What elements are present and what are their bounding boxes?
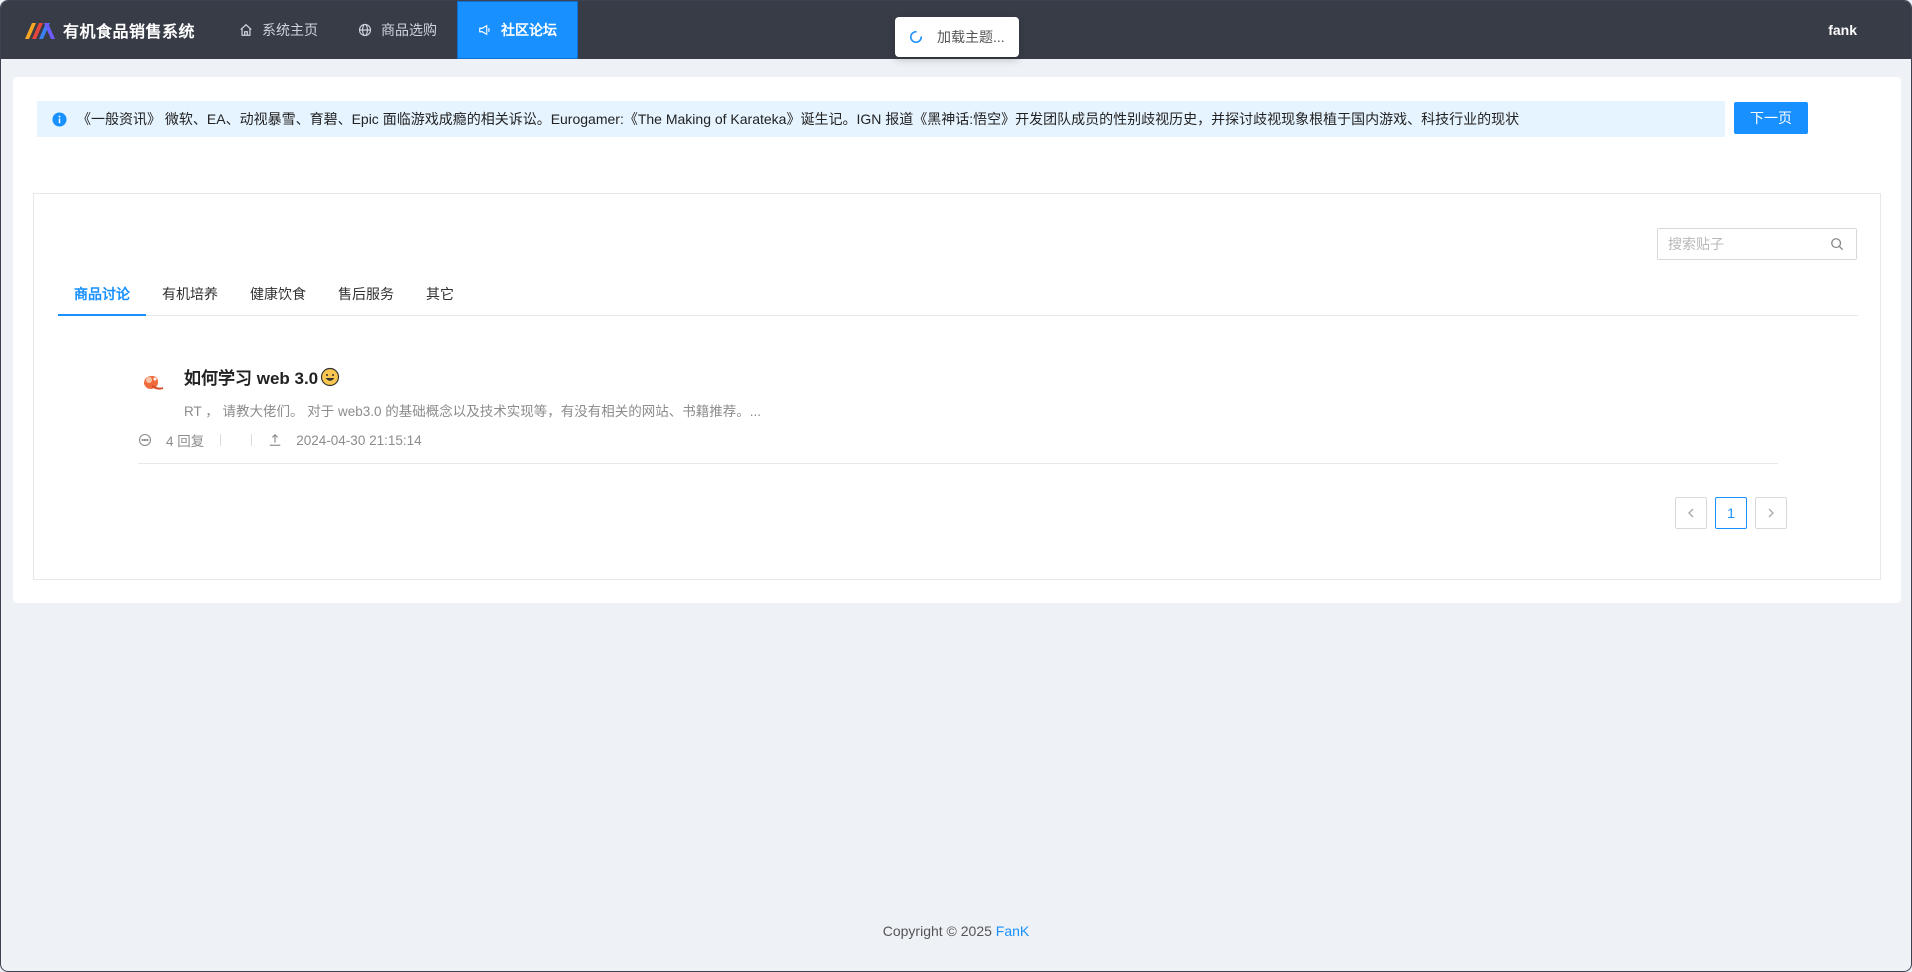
forum-panel: 商品讨论 有机培养 健康饮食 售后服务 其它 如何学习 web 3.0 — [33, 193, 1881, 580]
tab-other[interactable]: 其它 — [410, 272, 470, 316]
tab-product-discussion[interactable]: 商品讨论 — [58, 272, 146, 316]
category-tabs: 商品讨论 有机培养 健康饮食 售后服务 其它 — [58, 272, 1858, 316]
tab-organic-cultivation[interactable]: 有机培养 — [146, 272, 234, 316]
loading-toast: 加载主题... — [895, 17, 1019, 57]
avatar[interactable] — [138, 368, 168, 398]
next-notice-button[interactable]: 下一页 — [1734, 102, 1808, 134]
globe-icon — [358, 23, 372, 37]
meta-divider — [251, 434, 253, 446]
next-page-button[interactable] — [1755, 497, 1787, 529]
search-icon[interactable] — [1830, 237, 1844, 251]
post-meta: 4 回复 2024-04-30 21:15:14 — [138, 430, 422, 450]
pagination: 1 — [1675, 497, 1795, 529]
upload-icon — [270, 433, 281, 446]
info-icon — [52, 111, 67, 127]
app-title: 有机食品销售系统 — [63, 24, 196, 41]
nav-item-label: 系统主页 — [262, 22, 319, 38]
nav-item-shop[interactable]: 商品选购 — [338, 1, 457, 59]
comment-icon — [138, 433, 152, 447]
post-title-text: 如何学习 web 3.0 — [184, 369, 319, 388]
prev-page-button[interactable] — [1675, 497, 1707, 529]
logo-icon — [25, 23, 55, 39]
megaphone-icon — [479, 24, 490, 36]
notice-text: 《一般资讯》 微软、EA、动视暴雪、育碧、Epic 面临游戏成瘾的相关诉讼。Eu… — [77, 111, 1520, 127]
meta-divider — [220, 434, 222, 446]
page-number-button[interactable]: 1 — [1715, 497, 1747, 529]
post-excerpt: RT ， 请教大佬们。 对于 web3.0 的基础概念以及技术实现等，有没有相关… — [184, 404, 762, 419]
search-box — [1657, 228, 1857, 260]
tab-after-sales[interactable]: 售后服务 — [322, 272, 410, 316]
footer: Copyright © 2025 FanK — [1, 923, 1911, 939]
grinning-face-icon — [321, 367, 340, 386]
search-input[interactable] — [1668, 230, 1828, 258]
main-card: 《一般资讯》 微软、EA、动视暴雪、育碧、Epic 面临游戏成瘾的相关诉讼。Eu… — [13, 77, 1901, 603]
app-logo[interactable]: 有机食品销售系统 — [25, 1, 195, 59]
chevron-right-icon — [1768, 508, 1774, 518]
user-menu[interactable]: fank — [1828, 1, 1857, 59]
main-nav: 系统主页 商品选购 社区论坛 — [219, 1, 579, 59]
nav-item-label: 社区论坛 — [501, 22, 558, 38]
loading-spinner-icon — [910, 30, 923, 43]
app-window: 有机食品销售系统 系统主页 商品选购 社区论坛 fank 加载主题... 《一般… — [0, 0, 1912, 972]
post-time: 2024-04-30 21:15:14 — [296, 432, 422, 448]
home-icon — [240, 23, 252, 36]
notice-bar: 《一般资讯》 微软、EA、动视暴雪、育碧、Epic 面临游戏成瘾的相关诉讼。Eu… — [37, 101, 1725, 137]
author-link[interactable]: FanK — [996, 923, 1029, 939]
chevron-left-icon — [1688, 508, 1694, 518]
list-item: 如何学习 web 3.0 RT ， 请教大佬们。 对于 web3.0 的基础概念… — [138, 354, 1778, 464]
copyright-text: Copyright © 2025 — [882, 923, 996, 939]
post-title[interactable]: 如何学习 web 3.0 — [184, 364, 340, 389]
toast-text: 加载主题... — [937, 29, 1005, 45]
nav-item-forum[interactable]: 社区论坛 — [457, 1, 579, 59]
nav-item-label: 商品选购 — [381, 22, 438, 38]
reply-count: 4 回复 — [166, 434, 205, 449]
tab-healthy-diet[interactable]: 健康饮食 — [234, 272, 322, 316]
nav-item-home[interactable]: 系统主页 — [219, 1, 338, 59]
